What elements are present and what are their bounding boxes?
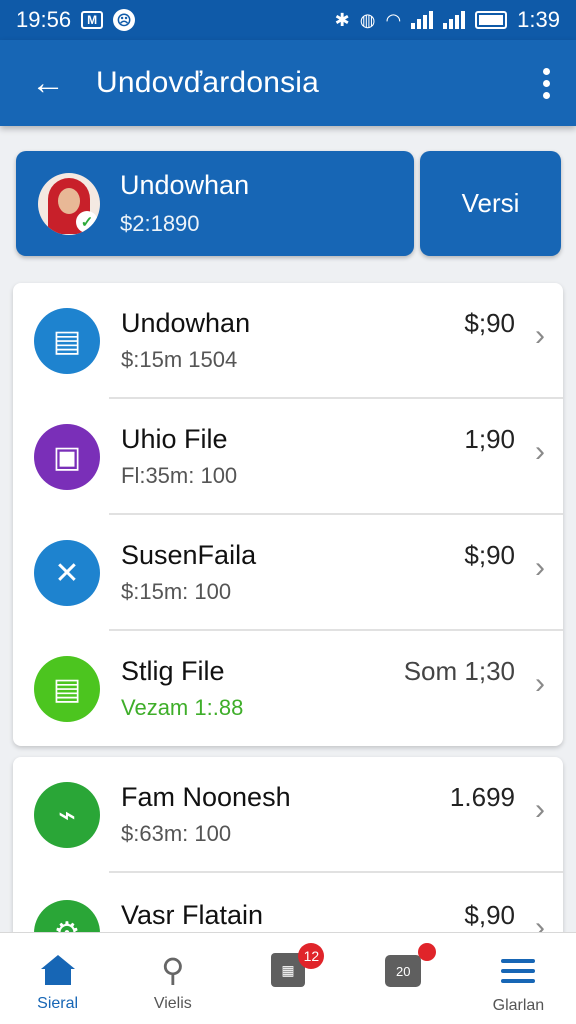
list-item-subtitle: Fl:35m: 100: [121, 463, 238, 488]
home-icon: [40, 955, 75, 985]
list-item-title: SusenFaila: [121, 540, 257, 570]
bluetooth-icon: ✱: [334, 9, 350, 30]
verified-check-icon: ✓: [76, 210, 98, 233]
divider: [109, 871, 563, 873]
sheet-icon: ▤: [34, 656, 100, 722]
nav-item-chat[interactable]: 20: [346, 933, 461, 1024]
list-item[interactable]: ▤ Undowhan $:15m 1504 $;90 ›: [13, 283, 563, 399]
chevron-right-icon: ›: [535, 667, 545, 700]
list-item[interactable]: ⌁ Fam Noonesh $:63m: 100 1.699 ›: [13, 757, 563, 873]
clock: 19:56: [16, 7, 72, 32]
nav-item-calendar[interactable]: ▦ 12: [230, 933, 345, 1024]
list-item-title: Undowhan: [121, 308, 251, 338]
list-item-subtitle: $:15m 1504: [121, 347, 238, 372]
wifi-icon: ◠: [385, 9, 402, 30]
list-item-title: Uhio File: [121, 424, 228, 454]
bottom-navigation: Sieral ⚲ Vielis ▦ 12 20 Glarlan: [0, 932, 576, 1024]
signal-icon-2: [443, 11, 466, 29]
search-icon: ⚲: [161, 952, 185, 988]
list-item-amount: 1;90: [464, 424, 515, 454]
list-item[interactable]: ✕ SusenFaila $:15m: 100 $;90 ›: [13, 515, 563, 631]
nav-item-menu[interactable]: Glarlan: [461, 933, 576, 1024]
secondary-list-card: ⌁ Fam Noonesh $:63m: 100 1.699 › ⚙ Vasr …: [13, 757, 563, 947]
list-item-title: Stlig File: [121, 656, 225, 686]
nav-label: Vielis: [153, 995, 192, 1012]
list-item-amount: $;90: [464, 308, 515, 338]
nav-item-search[interactable]: ⚲ Vielis: [115, 933, 230, 1024]
list-item-title: Vasr Flatain: [121, 900, 264, 930]
page-title: Undovďardonsia: [96, 66, 320, 99]
chevron-right-icon: ›: [535, 319, 545, 352]
vibrate-icon: ◍: [359, 9, 376, 30]
chevron-right-icon: ›: [535, 793, 545, 826]
nav-label: Glarlan: [492, 997, 545, 1014]
battery-time: 1:39: [517, 7, 560, 32]
app-bar: ← Undovďardonsia: [0, 40, 576, 126]
nav-label: Sieral: [37, 995, 79, 1012]
back-arrow-icon[interactable]: ←: [0, 40, 96, 126]
signal-icon: [411, 11, 434, 29]
notification-icon: ☹: [113, 9, 136, 31]
list-item-amount: $;90: [464, 540, 515, 570]
list-item-subtitle: $:15m: 100: [121, 579, 232, 604]
chart-icon: ⌁: [34, 782, 100, 848]
account-name: Undowhan: [120, 170, 250, 200]
account-card[interactable]: ✓ Undowhan $2:1890: [16, 151, 414, 256]
list-item-subtitle: $:63m: 100: [121, 821, 232, 846]
window-icon: ▣: [34, 424, 100, 490]
status-bar: 19:56 M ☹ ✱ ◍ ◠ 1:39: [0, 0, 576, 40]
avatar: ✓: [38, 172, 100, 235]
chat-icon: 20: [385, 955, 422, 987]
chevron-right-icon: ›: [535, 435, 545, 468]
notification-badge: [417, 943, 436, 961]
more-vert-icon[interactable]: [516, 40, 576, 126]
chevron-right-icon: ›: [535, 551, 545, 584]
account-amount: $2:1890: [120, 211, 200, 236]
tools-icon: ✕: [34, 540, 100, 606]
list-item-amount: $,90: [464, 900, 515, 930]
battery-icon: [475, 11, 508, 29]
list-item-amount: 1.699: [449, 782, 515, 812]
document-icon: ▤: [34, 308, 100, 374]
versi-button[interactable]: Versi: [420, 151, 561, 256]
list-item[interactable]: ▤ Stlig File Vezam 1:.88 Som 1;30 ›: [13, 631, 563, 746]
menu-icon: [501, 959, 536, 983]
primary-list-card: ▤ Undowhan $:15m 1504 $;90 › ▣ Uhio File…: [13, 283, 563, 746]
list-item-title: Fam Noonesh: [121, 782, 291, 812]
list-item[interactable]: ▣ Uhio File Fl:35m: 100 1;90 ›: [13, 399, 563, 515]
nav-item-home[interactable]: Sieral: [0, 933, 115, 1024]
list-item-amount: Som 1;30: [403, 656, 515, 686]
notification-badge: 12: [298, 943, 325, 969]
gmail-icon: M: [81, 11, 104, 29]
list-item-subtitle: Vezam 1:.88: [121, 695, 244, 720]
